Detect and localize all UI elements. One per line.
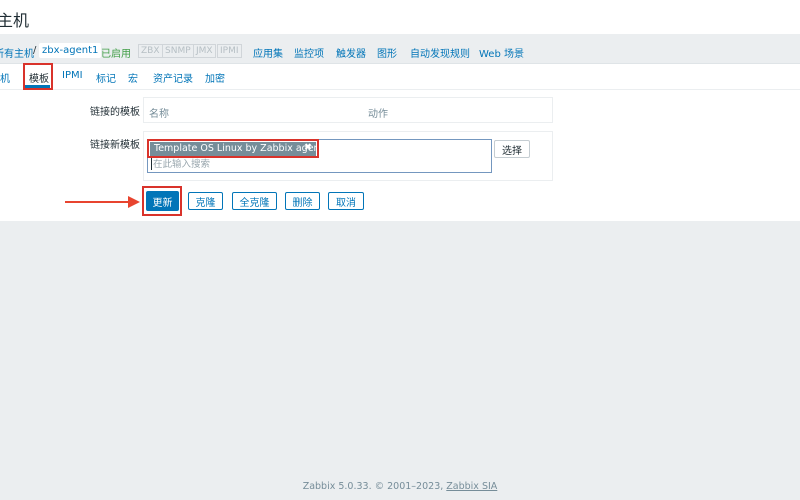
breadcrumb-host[interactable]: zbx-agent1 xyxy=(39,43,102,58)
tab-inventory[interactable]: 资产记录 xyxy=(153,70,193,85)
update-button[interactable]: 更新 xyxy=(146,191,179,211)
tab-encryption[interactable]: 加密 xyxy=(205,70,225,85)
availability-ipmi: IPMI xyxy=(217,44,242,58)
nav-applications[interactable]: 应用集 xyxy=(253,45,283,60)
tab-ipmi[interactable]: IPMI xyxy=(62,70,83,81)
pointer-arrow-icon xyxy=(128,196,140,208)
page-header: 主机 xyxy=(0,0,800,34)
nav-triggers[interactable]: 触发器 xyxy=(336,45,366,60)
tab-templates[interactable]: 模板 xyxy=(29,70,49,85)
nav-graphs[interactable]: 图形 xyxy=(377,45,397,60)
footer: Zabbix 5.0.33. © 2001–2023, Zabbix SIA xyxy=(0,481,800,492)
pointer-arrow-line xyxy=(65,201,130,203)
cancel-button[interactable]: 取消 xyxy=(328,192,364,210)
breadcrumb-separator: / xyxy=(33,45,37,56)
nav-web-scenarios[interactable]: Web 场景 xyxy=(479,45,524,60)
nav-items[interactable]: 监控项 xyxy=(294,45,324,60)
host-navigation: 所有主机 / zbx-agent1 已启用 ZBX SNMP JMX IPMI … xyxy=(0,34,800,64)
template-search-input[interactable] xyxy=(151,158,481,170)
tab-macros[interactable]: 宏 xyxy=(128,70,138,85)
nav-discovery-rules[interactable]: 自动发现规则 xyxy=(410,45,470,60)
status-enabled[interactable]: 已启用 xyxy=(101,45,131,60)
delete-button[interactable]: 删除 xyxy=(285,192,320,210)
linked-templates-label: 链接的模板 xyxy=(90,107,140,118)
tab-tags[interactable]: 标记 xyxy=(96,70,116,85)
availability-snmp: SNMP xyxy=(162,44,194,58)
selected-template-name: Template OS Linux by Zabbix agent xyxy=(154,143,324,154)
page-title: 主机 xyxy=(0,11,30,30)
breadcrumb-all-hosts[interactable]: 所有主机 xyxy=(0,45,34,60)
active-tab-indicator xyxy=(24,85,50,88)
link-new-templates-label: 链接新模板 xyxy=(90,140,140,151)
full-clone-button[interactable]: 全克隆 xyxy=(232,192,277,210)
remove-template-icon[interactable]: ✖ xyxy=(304,142,312,153)
availability-jmx: JMX xyxy=(193,44,216,58)
column-name: 名称 xyxy=(149,109,169,120)
clone-button[interactable]: 克隆 xyxy=(188,192,223,210)
availability-zbx: ZBX xyxy=(138,44,163,58)
column-action: 动作 xyxy=(368,109,388,120)
linked-templates-table: 名称 动作 xyxy=(143,97,553,123)
footer-company-link[interactable]: Zabbix SIA xyxy=(446,481,497,492)
select-template-button[interactable]: 选择 xyxy=(494,140,530,158)
tab-bar: 主机 模板 IPMI 标记 宏 资产记录 加密 xyxy=(0,64,800,90)
selected-template-tag: Template OS Linux by Zabbix agent ✖ xyxy=(150,142,323,156)
tab-host[interactable]: 主机 xyxy=(0,70,10,85)
footer-copyright: Zabbix 5.0.33. © 2001–2023, xyxy=(302,481,447,492)
